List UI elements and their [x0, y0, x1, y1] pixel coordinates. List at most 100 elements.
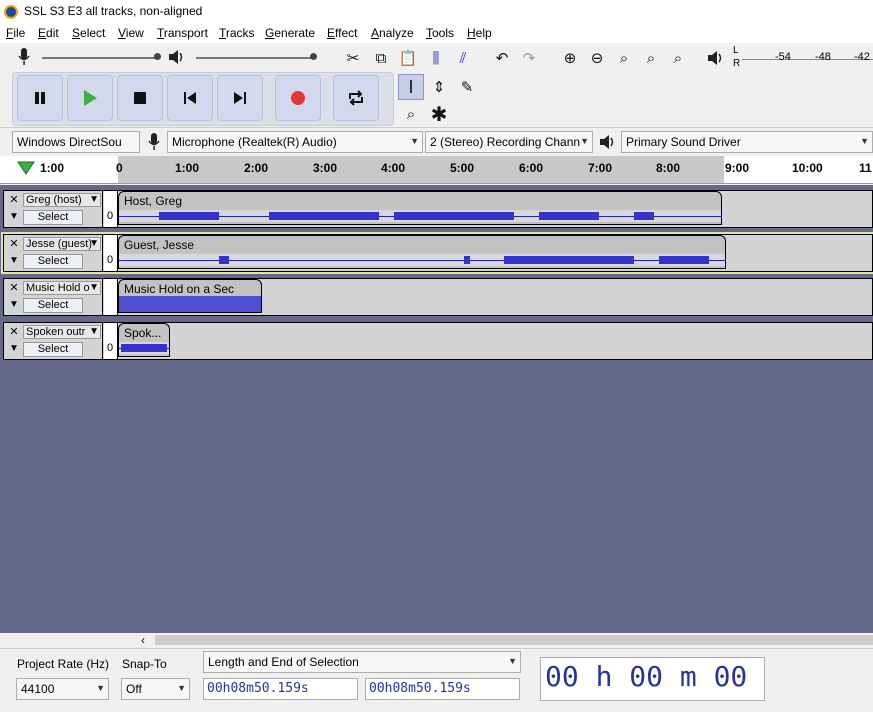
menu-file[interactable]: File [6, 26, 25, 40]
fit-selection-icon[interactable]: ⌕ [611, 46, 637, 70]
waveform [119, 342, 169, 354]
menu-tracks[interactable]: Tracks [219, 26, 255, 40]
track-name-menu[interactable]: Greg (host) ▼ [23, 193, 101, 207]
selection-toolbar: Project Rate (Hz) 44100 ▼ Snap-To Off ▼ … [0, 648, 873, 712]
clip-name: Music Hold on a Sec [124, 282, 235, 296]
multi-tool-icon[interactable]: ✱ [426, 101, 452, 127]
zoom-tool-icon[interactable]: ⌕ [398, 101, 424, 127]
audio-clip[interactable]: Guest, Jesse [118, 235, 726, 269]
playback-volume-slider[interactable] [196, 57, 316, 59]
zoom-out-icon[interactable]: ⊖ [584, 46, 610, 70]
track-music[interactable]: ✕ Music Hold o ▼ ▼ Select Music Hold on … [3, 278, 873, 316]
loop-button[interactable] [333, 75, 379, 121]
tracks-workspace[interactable]: ✕ Greg (host) ▼ ▼ Select 0 Host, Greg ✕ … [0, 185, 873, 633]
selection-end-field[interactable]: 00h08m50.159s [365, 678, 520, 700]
ruler-tick: 0 [116, 161, 123, 175]
track-greg[interactable]: ✕ Greg (host) ▼ ▼ Select 0 Host, Greg [3, 190, 873, 228]
selection-mode-value: Length and End of Selection [208, 655, 359, 669]
selection-mode-select[interactable]: Length and End of Selection ▼ [203, 651, 521, 673]
waveform-burst [269, 212, 379, 220]
close-icon[interactable]: ✕ [6, 193, 22, 207]
horizontal-scrollbar[interactable]: ‹ [0, 633, 873, 647]
audacity-logo-icon [4, 5, 18, 19]
track-name-menu[interactable]: Spoken outr ▼ [23, 325, 101, 339]
collapse-track-icon[interactable]: ▼ [6, 343, 22, 357]
snap-to-select[interactable]: Off ▼ [121, 678, 190, 700]
track-name-menu[interactable]: Music Hold o ▼ [23, 281, 101, 295]
menu-generate[interactable]: Generate [265, 26, 315, 40]
play-button[interactable] [67, 75, 113, 121]
menu-help[interactable]: Help [467, 26, 492, 40]
selection-length-field[interactable]: 00h08m50.159s [203, 678, 358, 700]
close-icon[interactable]: ✕ [6, 325, 22, 339]
timeline-ruler[interactable]: 1:00 0 1:00 2:00 3:00 4:00 5:00 6:00 7:0… [0, 156, 873, 184]
close-icon[interactable]: ✕ [6, 281, 22, 295]
chevron-down-icon: ▼ [860, 136, 869, 146]
fit-project-icon[interactable]: ⌕ [638, 46, 664, 70]
trim-icon[interactable]: ⫼ [423, 46, 449, 70]
track-select-button[interactable]: Select [23, 298, 83, 313]
meter-label: -48 [815, 51, 831, 63]
record-button[interactable] [275, 75, 321, 121]
collapse-track-icon[interactable]: ▼ [6, 255, 22, 269]
pause-button[interactable] [17, 75, 63, 121]
copy-icon[interactable]: ⧉ [368, 46, 394, 70]
audio-clip[interactable]: Spok... [118, 323, 170, 357]
recording-channels-select[interactable]: 2 (Stereo) Recording Chann ▼ [425, 131, 593, 153]
menu-transport[interactable]: Transport [157, 26, 208, 40]
skip-to-start-button[interactable] [167, 75, 213, 121]
track-select-button[interactable]: Select [23, 210, 83, 225]
track-name: Greg (host) [26, 194, 82, 206]
track-spoken-outro[interactable]: ✕ Spoken outr ▼ ▼ Select 0 Spok... [3, 322, 873, 360]
menu-effect[interactable]: Effect [327, 26, 357, 40]
chevron-down-icon: ▼ [410, 136, 419, 146]
skip-to-end-button[interactable] [217, 75, 263, 121]
redo-icon[interactable]: ↷ [516, 46, 542, 70]
selection-tool-button[interactable]: I [398, 74, 424, 100]
cut-icon[interactable]: ✂ [340, 46, 366, 70]
scale-label: 0 [107, 254, 114, 266]
draw-tool-icon[interactable]: ✎ [454, 74, 480, 100]
project-rate-select[interactable]: 44100 ▼ [16, 678, 109, 700]
meter-channel-left: L [733, 45, 739, 56]
undo-icon[interactable]: ↶ [489, 46, 515, 70]
menu-view[interactable]: View [118, 26, 144, 40]
zoom-toggle-icon[interactable]: ⌕ [665, 46, 691, 70]
waveform-burst [121, 344, 167, 352]
playback-device-select[interactable]: Primary Sound Driver ▼ [621, 131, 873, 153]
zoom-in-icon[interactable]: ⊕ [557, 46, 583, 70]
speaker-icon [597, 132, 619, 152]
audio-host-select[interactable]: Windows DirectSou [12, 131, 140, 153]
chevron-down-icon: ▼ [508, 656, 517, 666]
audio-position-display[interactable]: 00 h 00 m 00 s [540, 657, 765, 701]
playback-volume-handle[interactable] [310, 53, 317, 60]
audio-clip[interactable]: Music Hold on a Sec [118, 279, 262, 313]
playback-meter-speaker-icon[interactable] [704, 46, 728, 70]
selection-tool-icon: I [408, 76, 414, 97]
scroll-left-icon[interactable]: ‹ [141, 633, 145, 647]
menu-tools[interactable]: Tools [426, 26, 454, 40]
collapse-track-icon[interactable]: ▼ [6, 211, 22, 225]
audio-clip[interactable]: Host, Greg [118, 191, 722, 225]
envelope-tool-icon[interactable]: ⇕ [426, 74, 452, 100]
scrollbar-thumb[interactable] [155, 635, 873, 645]
recording-volume-handle[interactable] [154, 53, 161, 60]
stop-button[interactable] [117, 75, 163, 121]
recording-volume-slider[interactable] [42, 57, 160, 59]
recording-device-select[interactable]: Microphone (Realtek(R) Audio) ▼ [167, 131, 423, 153]
menu-select[interactable]: Select [72, 26, 105, 40]
track-name-menu[interactable]: Jesse (guest) ▼ [23, 237, 101, 251]
menu-analyze[interactable]: Analyze [371, 26, 414, 40]
play-head-icon[interactable] [17, 161, 35, 175]
track-select-button[interactable]: Select [23, 254, 83, 269]
paste-icon[interactable]: 📋 [395, 46, 421, 70]
mic-icon [14, 47, 34, 67]
snap-to-label: Snap-To [122, 657, 167, 671]
close-icon[interactable]: ✕ [6, 237, 22, 251]
collapse-track-icon[interactable]: ▼ [6, 299, 22, 313]
track-select-button[interactable]: Select [23, 342, 83, 357]
waveform [119, 254, 725, 266]
menu-edit[interactable]: Edit [38, 26, 59, 40]
track-jesse[interactable]: ✕ Jesse (guest) ▼ ▼ Select 0 Guest, Jess… [1, 232, 873, 274]
silence-icon[interactable]: ⫽ [450, 46, 476, 70]
